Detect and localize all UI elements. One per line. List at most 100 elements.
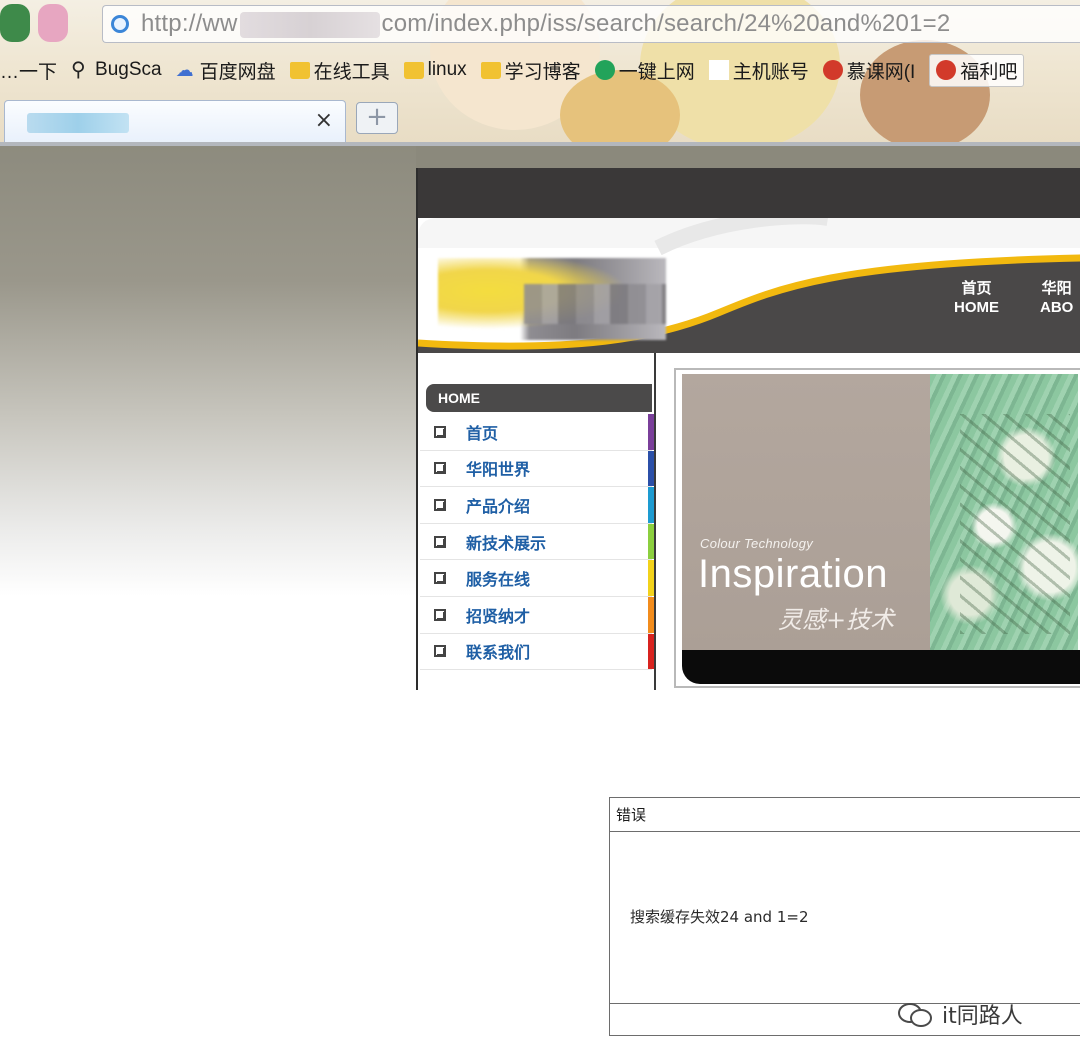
arrow-box-icon [434, 425, 446, 438]
site-top-bar [418, 168, 1080, 218]
watermark: it同路人 [898, 998, 1023, 1030]
sidebar-menu-item[interactable]: 产品介绍 [420, 487, 654, 524]
bookmark-item[interactable]: …一下 [0, 57, 57, 84]
nav-item[interactable]: 华阳 ABO [1040, 278, 1073, 318]
color-strip [648, 633, 654, 670]
bookmark-label: …一下 [0, 61, 58, 83]
browser-chrome: http://ww com/index.php/iss/search/search… [0, 0, 1080, 146]
sidebar-menu-label: 服务在线 [466, 570, 531, 590]
sidebar-menu-item[interactable]: 联系我们 [420, 633, 654, 671]
sidebar: HOME 首页华阳世界产品介绍新技术展示服务在线招贤纳才联系我们 [418, 358, 654, 690]
sidebar-menu: 首页华阳世界产品介绍新技术展示服务在线招贤纳才联系我们 [420, 414, 654, 671]
forward-icon[interactable] [38, 4, 68, 42]
page-icon [708, 60, 729, 80]
folder-icon [480, 61, 501, 79]
color-strip [648, 596, 654, 633]
bookmark-label: 福利吧 [960, 61, 1018, 83]
nav-label-en: HOME [954, 299, 999, 316]
redacted-logo [438, 258, 666, 340]
sidebar-menu-label: 新技术展示 [466, 533, 547, 553]
page-background [0, 146, 416, 596]
bookmark-label: linux [427, 59, 467, 80]
tab-bar: × + [0, 96, 1080, 146]
sidebar-menu-label: 华阳世界 [466, 460, 531, 480]
color-strip [648, 523, 654, 560]
arrow-box-icon [434, 498, 446, 511]
color-strip [648, 487, 654, 523]
bookmark-item[interactable]: 一键上网 [594, 57, 695, 84]
sidebar-menu-item[interactable]: 服务在线 [420, 560, 654, 597]
bookmark-label: 百度网盘 [199, 61, 276, 83]
bookmark-label: 在线工具 [313, 61, 390, 83]
arrow-box-icon [434, 608, 446, 621]
bookmark-label: 主机账号 [732, 61, 809, 83]
bookmark-item[interactable]: 慕课网(I [822, 57, 916, 84]
red-icon [936, 60, 957, 80]
back-icon[interactable] [0, 4, 30, 42]
bookmark-label: 学习博客 [504, 61, 581, 83]
bookmark-item[interactable]: ⚲ BugSca [71, 59, 162, 81]
color-strip [648, 450, 654, 487]
arrow-box-icon [434, 535, 446, 548]
banner-image: Colour Technology Inspiration 灵感+技术 [682, 374, 1078, 650]
globe-icon [111, 15, 129, 33]
url-text[interactable]: http://ww com/index.php/iss/search/search… [141, 10, 950, 38]
redacted-domain [239, 11, 380, 38]
bookmark-item[interactable]: 主机账号 [708, 57, 809, 84]
site-header: 首页 HOME 华阳 ABO [418, 218, 1080, 353]
folder-icon [403, 61, 424, 79]
color-strip [648, 414, 654, 450]
redacted-tab-title [27, 113, 129, 133]
error-message: 搜索缓存失效24 and 1=2 [630, 908, 809, 926]
url-suffix: com/index.php/iss/search/search/24%20and… [381, 10, 951, 37]
banner-slogan: 灵感+技术 [778, 606, 895, 634]
website-frame: 首页 HOME 华阳 ABO HOME 首页华阳世界产品介绍新技术展示服务在线招贤纳才… [416, 168, 1080, 690]
cloud-icon: ☁ [175, 60, 194, 80]
nav-label-zh: 首页 [961, 279, 992, 297]
watermark-text: it同路人 [942, 1004, 1023, 1029]
nav-label-en: ABO [1040, 299, 1074, 316]
sidebar-menu-label: 产品介绍 [466, 496, 531, 516]
bookmarks-bar: …一下 ⚲ BugSca ☁ 百度网盘 在线工具 linux 学习博客 一键上网 主机账号 慕课网(… [0, 52, 1080, 88]
bookmark-item[interactable]: linux [403, 59, 467, 81]
sidebar-divider [654, 353, 656, 690]
search-icon: ⚲ [71, 59, 86, 81]
error-title: 错误 [610, 798, 1080, 832]
banner-title: Inspiration [698, 552, 889, 596]
bookmark-label: 慕课网(I [846, 61, 916, 83]
green-globe-icon [594, 60, 615, 80]
sidebar-menu-item[interactable]: 华阳世界 [420, 450, 654, 488]
flower-painting [930, 374, 1078, 650]
arrow-box-icon [434, 462, 446, 475]
address-bar[interactable]: http://ww com/index.php/iss/search/search… [102, 5, 1080, 43]
browser-tab[interactable]: × [4, 100, 346, 144]
bookmark-item[interactable]: ☁ 百度网盘 [176, 57, 276, 84]
bookmark-item[interactable]: 福利吧 [929, 53, 1025, 87]
bookmark-label: 一键上网 [618, 61, 695, 83]
bookmark-label: BugSca [95, 59, 162, 80]
arrow-box-icon [434, 572, 446, 585]
sidebar-menu-label: 招贤纳才 [466, 606, 531, 626]
banner-frame: Colour Technology Inspiration 灵感+技术 [674, 368, 1080, 688]
banner-subtitle: Colour Technology [700, 536, 814, 551]
color-strip [648, 560, 654, 596]
nav-item[interactable]: 首页 HOME [954, 278, 999, 318]
red-icon [822, 60, 843, 80]
bookmark-item[interactable]: 学习博客 [480, 57, 581, 84]
page-background-strip [416, 146, 1080, 168]
close-tab-icon[interactable]: × [315, 107, 333, 135]
wechat-icon [898, 999, 936, 1029]
sidebar-menu-item[interactable]: 招贤纳才 [420, 596, 654, 634]
arrow-box-icon [434, 645, 446, 658]
nav-label-zh: 华阳 [1041, 279, 1072, 297]
url-prefix: http://ww [141, 10, 238, 37]
bookmark-item[interactable]: 在线工具 [289, 57, 390, 84]
sidebar-menu-label: 首页 [466, 423, 499, 443]
banner-bottom-bar [682, 650, 1080, 684]
sidebar-menu-item[interactable]: 新技术展示 [420, 523, 654, 561]
sidebar-menu-label: 联系我们 [466, 643, 531, 663]
sidebar-menu-item[interactable]: 首页 [420, 414, 654, 451]
new-tab-button[interactable]: + [356, 102, 398, 134]
folder-icon [289, 61, 310, 79]
sidebar-heading: HOME [426, 384, 652, 412]
